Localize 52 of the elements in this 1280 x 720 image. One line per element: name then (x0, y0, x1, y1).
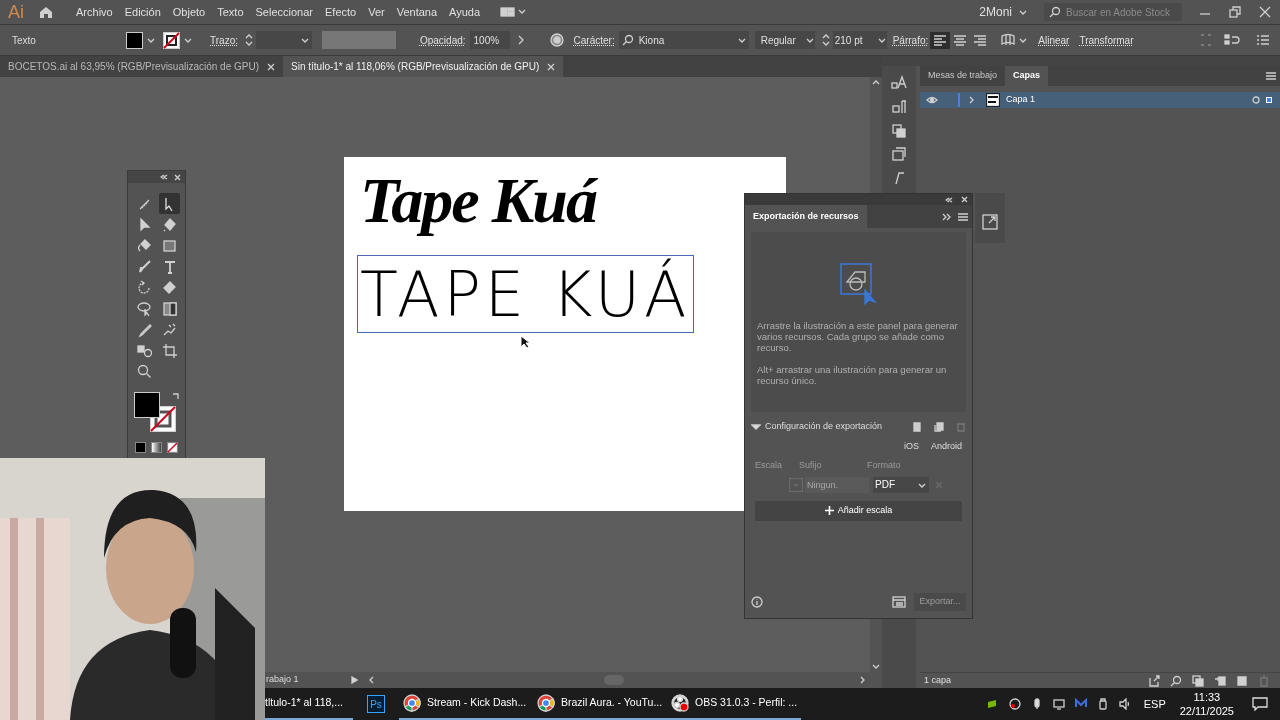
stroke-link[interactable]: Trazo: (210, 32, 238, 48)
layer-row[interactable]: Capa 1 (920, 92, 1280, 108)
menu-item[interactable]: Seleccionar (249, 3, 319, 21)
hint-text: Alt+ arrastrar una ilustración para generar un recurso único. (757, 364, 948, 386)
menu-item[interactable]: Ayuda (443, 3, 487, 21)
workspace-switcher[interactable]: 2Moni (971, 3, 1036, 21)
font-family-field[interactable]: Kiona (618, 31, 749, 49)
menu-item[interactable]: Ventana (390, 3, 444, 21)
menu-item[interactable]: Edición (118, 3, 167, 21)
column-header: Sufijo (799, 459, 823, 472)
artboard-navigator-field[interactable]: rabajo 1 (266, 673, 346, 687)
caps-title-text: TAPE KUÁ (360, 257, 691, 330)
selection-label: Texto (12, 33, 37, 48)
document-tab[interactable]: Sin título-1* al 118,06% (RGB/Previsualización de GPU) (283, 56, 564, 77)
preset-link[interactable]: Android (930, 439, 962, 453)
panel-tab[interactable]: Exportación de recursos (745, 205, 867, 228)
script-title-text: Tape Kuá (360, 164, 596, 238)
menu-item[interactable]: Texto (211, 3, 250, 21)
clock-date[interactable]: 22/11/2025 (1179, 704, 1234, 718)
column-header: Escala (755, 459, 783, 472)
hint-text: Arrastre la ilustración a este panel para generar varios recursos. Cada grupo se añade como recurso. (757, 320, 959, 353)
taskbar-button[interactable]: Stream - Kick Dash... (399, 688, 533, 720)
character-link[interactable]: Carácter: (573, 32, 615, 48)
layer-count: 1 capa (924, 673, 953, 687)
menu-item[interactable]: Objeto (166, 3, 212, 21)
menu-item[interactable]: Archivo (70, 3, 119, 21)
language-indicator[interactable]: ESP (1143, 695, 1166, 713)
clock-time[interactable]: 11:33 (1193, 690, 1221, 704)
taskbar-button[interactable]: Brazil Aura. - YouTu... (533, 688, 667, 720)
document-tab[interactable]: BOCETOS.ai al 63,95% (RGB/Previsualización de GPU) (0, 56, 284, 77)
panel-tab[interactable]: Capas (1005, 66, 1049, 86)
layer-name[interactable]: Capa 1 (1006, 93, 1246, 107)
menu-item[interactable]: Efecto (319, 3, 363, 21)
stock-search-field[interactable]: Buscar en Adobe Stock (1044, 3, 1182, 21)
taskbar-button[interactable]: OBS 31.0.3 - Perfil: ... (667, 688, 801, 720)
taskbar-app-icon[interactable]: Ps (367, 695, 385, 713)
font-size-field[interactable]: 210 pt (832, 31, 887, 49)
panel-tab[interactable]: Mesas de trabajo (920, 66, 1006, 86)
opacity-link[interactable]: Opacidad: (419, 32, 466, 48)
section-header[interactable]: Configuración de exportación (765, 420, 908, 434)
preset-link[interactable]: iOS (903, 439, 919, 453)
transform-link[interactable]: Transformar (1079, 32, 1134, 48)
add-scale-button[interactable]: Añadir escala (755, 500, 962, 521)
font-style-field[interactable]: Regular (754, 31, 815, 49)
opacity-field[interactable]: 100% (469, 31, 510, 49)
format-dropdown[interactable]: PDF (873, 476, 929, 493)
paragraph-link[interactable]: Párrafo: (892, 32, 929, 48)
align-link[interactable]: Alinear (1038, 32, 1070, 48)
column-header: Formato (867, 459, 902, 472)
app-logo: Ai (7, 0, 25, 24)
suffix-field[interactable]: Ningun. (805, 476, 869, 493)
menu-item[interactable]: Ver (362, 3, 391, 21)
